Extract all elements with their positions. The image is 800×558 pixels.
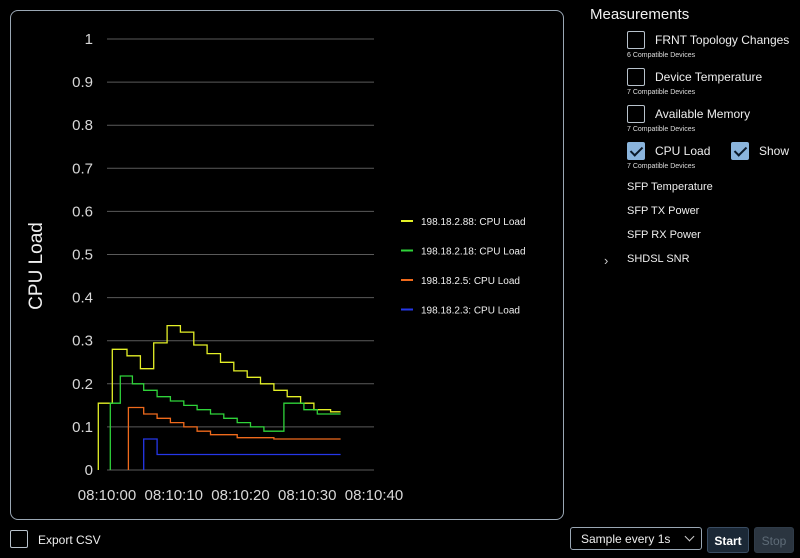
y-tick-label: 0.9 [72,74,93,91]
measurement-group-shdsl-snr[interactable]: › SHDSL SNR [590,251,800,275]
legend-label: 198.18.2.5: CPU Load [421,276,520,287]
measurement-sfp-temperature[interactable]: SFP Temperature [590,179,800,203]
series-line [127,406,341,470]
compatible-devices: 6 Compatible Devices [627,52,696,59]
y-tick-label: 0 [85,462,93,479]
measurement-frnt[interactable]: FRNT Topology Changes 6 Compatible Devic… [590,31,800,68]
checkbox-available-memory[interactable] [627,105,645,123]
measurement-label: Available Memory [655,107,751,121]
measurement-sfp-tx-power[interactable]: SFP TX Power [590,203,800,227]
y-tick-label: 0.7 [72,160,93,177]
x-tick-label: 08:10:40 [345,487,403,504]
chevron-right-icon[interactable]: › [604,253,608,268]
cpu-load-chart: 0 0.1 0.2 0.3 0.4 0.5 0.6 0.7 0.8 0.9 1 08:10:00 08:… [26,31,526,504]
x-tick-label: 08:10:30 [278,487,336,504]
chevron-down-icon [684,531,695,542]
legend-label: 198.18.2.88: CPU Load [421,217,526,228]
y-tick-label: 0.4 [72,290,93,307]
y-tick-label: 0.3 [72,333,93,350]
measurement-label: SHDSL SNR [627,253,690,265]
series-line [109,375,341,470]
stop-button[interactable]: Stop [754,527,794,553]
legend-label: 198.18.2.18: CPU Load [421,247,526,258]
start-button[interactable]: Start [707,527,749,553]
measurement-label: SFP RX Power [627,229,701,241]
measurement-sfp-rx-power[interactable]: SFP RX Power [590,227,800,251]
legend-label: 198.18.2.3: CPU Load [421,306,520,317]
export-csv-checkbox[interactable] [10,530,28,548]
measurement-cpu-load[interactable]: CPU Load Show 7 Compatible Devices [590,142,800,179]
measurement-label: SFP Temperature [627,181,713,193]
x-tick-label: 08:10:00 [78,487,136,504]
measurement-label: Device Temperature [655,70,763,84]
show-label: Show [759,144,790,158]
checkbox-cpu-load[interactable] [627,142,645,160]
sample-rate-select[interactable]: Sample every 1s [570,527,702,550]
checkbox-frnt[interactable] [627,31,645,49]
y-tick-label: 0.6 [72,203,93,220]
y-tick-label: 0.5 [72,247,93,264]
sample-rate-value: Sample every 1s [581,532,671,546]
measurement-label: CPU Load [655,144,711,158]
y-tick-label: 0.8 [72,117,93,134]
chart-panel: 0 0.1 0.2 0.3 0.4 0.5 0.6 0.7 0.8 0.9 1 08:10:00 08:… [10,10,564,520]
measurements-title: Measurements [590,6,690,23]
x-tick-label: 08:10:20 [211,487,269,504]
compatible-devices: 7 Compatible Devices [627,126,696,133]
y-tick-label: 0.2 [72,376,93,393]
measurements-sidebar: Measurements FRNT Topology Changes 6 Com… [590,6,800,275]
checkbox-show[interactable] [731,142,749,160]
checkbox-device-temperature[interactable] [627,68,645,86]
compatible-devices: 7 Compatible Devices [627,163,696,170]
measurement-device-temperature[interactable]: Device Temperature 7 Compatible Devices [590,68,800,105]
export-csv-label: Export CSV [38,533,101,547]
x-tick-label: 08:10:10 [145,487,203,504]
y-tick-label: 1 [85,31,93,48]
measurement-label: FRNT Topology Changes [655,33,790,47]
compatible-devices: 7 Compatible Devices [627,89,696,96]
y-tick-label: 0.1 [72,419,93,436]
y-axis-label: CPU Load [26,222,47,310]
measurement-label: SFP TX Power [627,205,700,217]
series-line [143,438,341,470]
series-line [97,324,341,470]
measurement-available-memory[interactable]: Available Memory 7 Compatible Devices [590,105,800,142]
